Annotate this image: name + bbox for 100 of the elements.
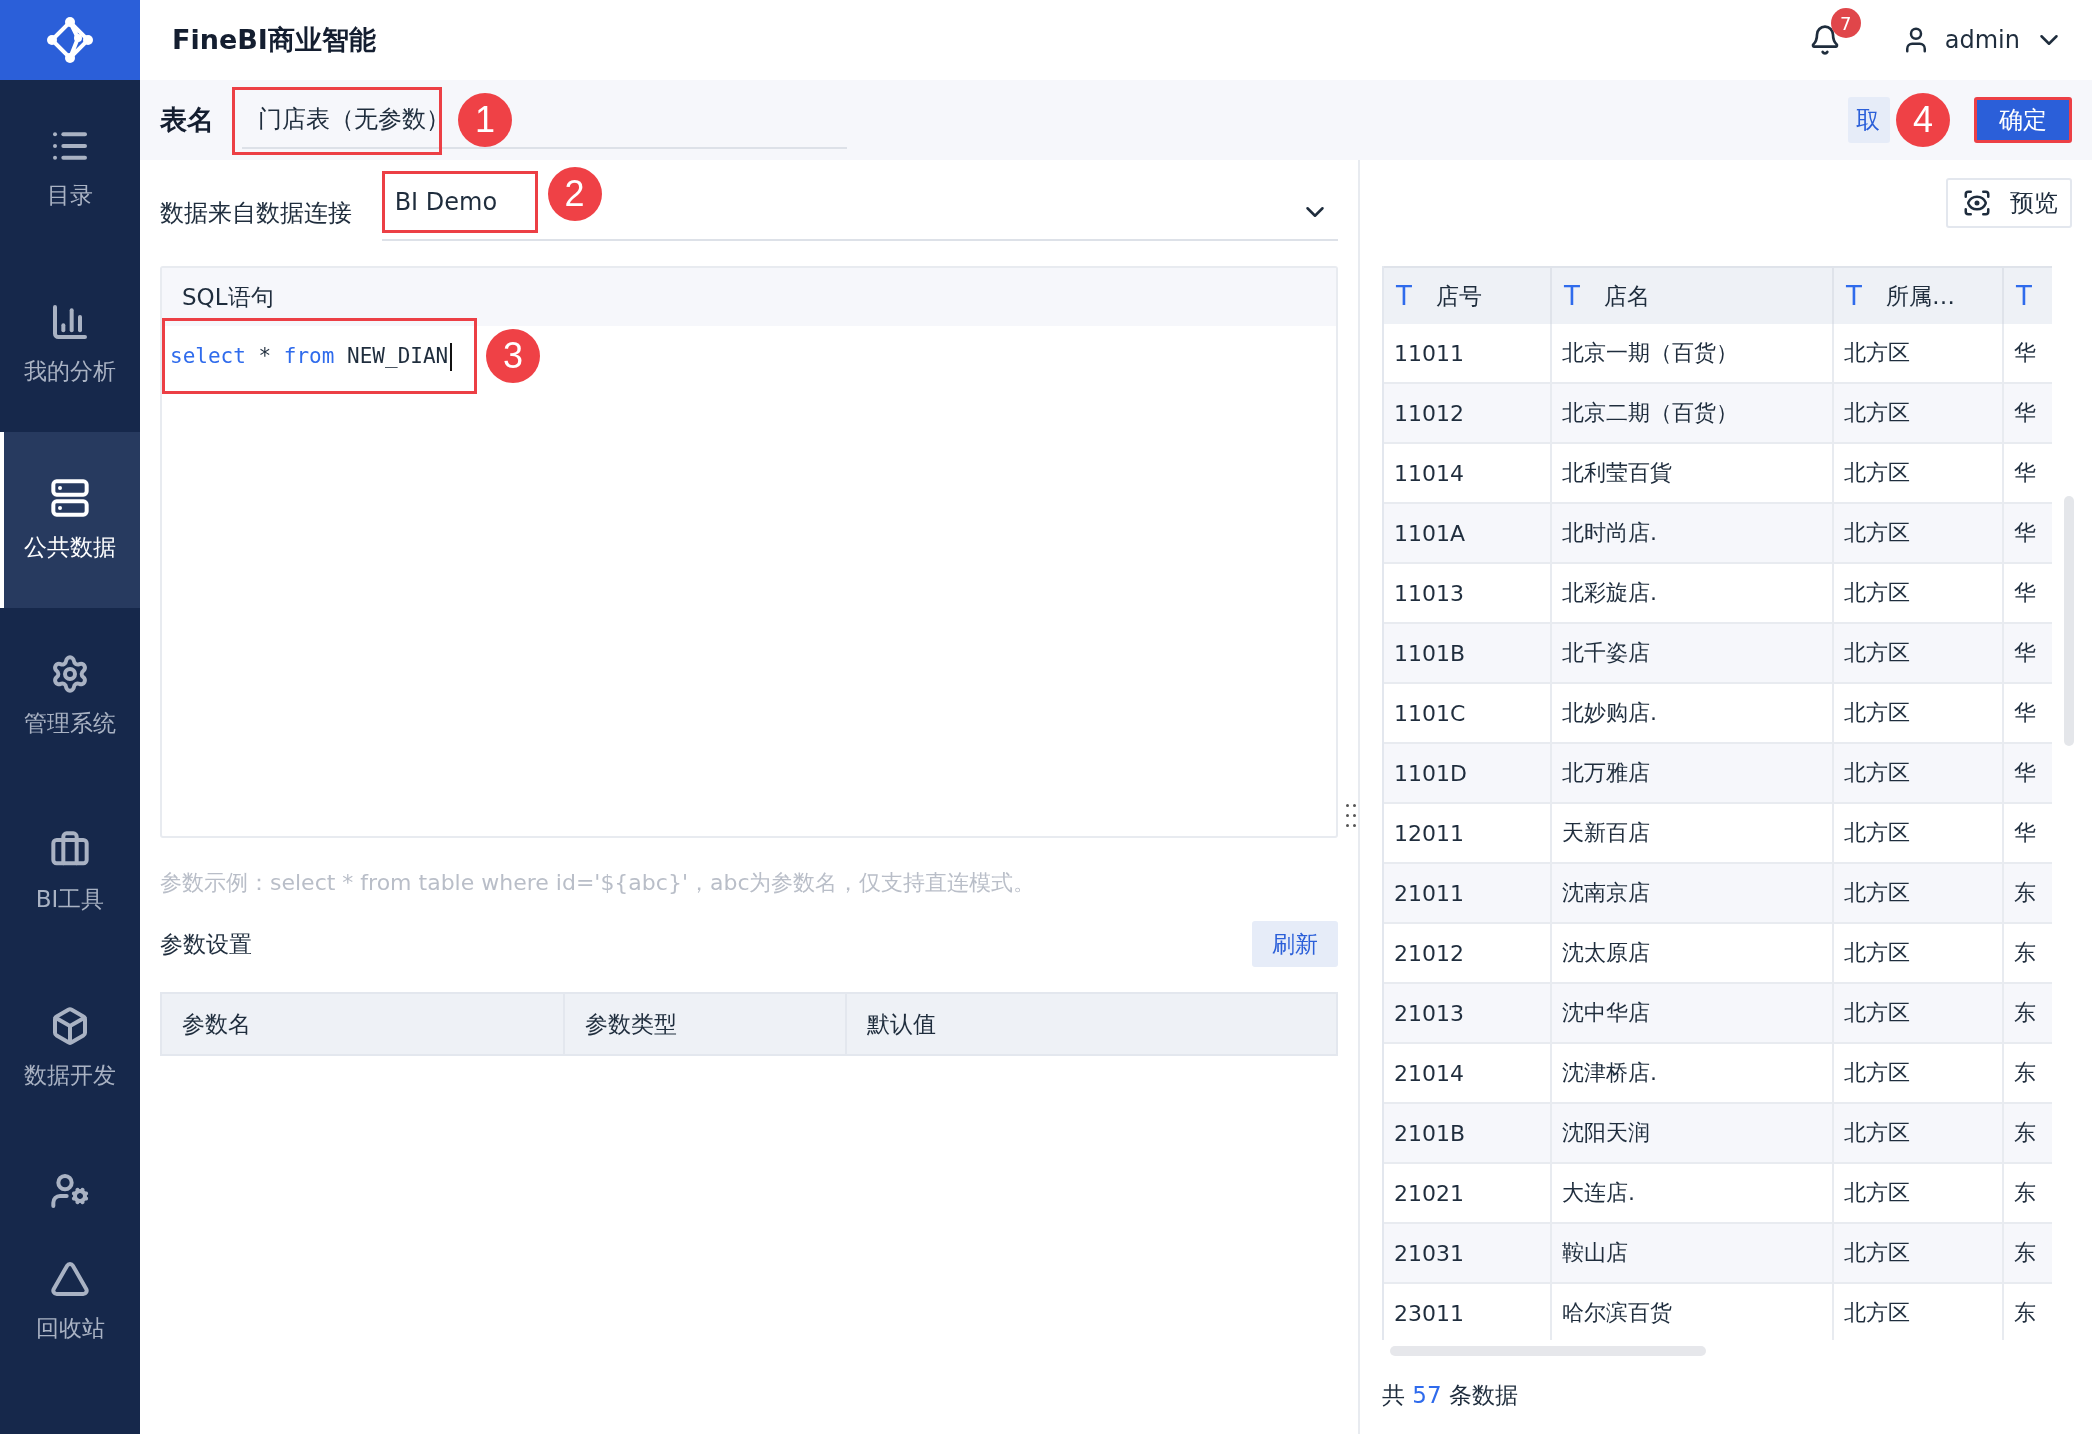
table-cell: 1101A: [1384, 504, 1552, 564]
table-cell: 北方区: [1834, 1104, 2004, 1164]
table-cell: 1101C: [1384, 684, 1552, 744]
column-title: 所属…: [1885, 281, 1955, 311]
table-cell: 21011: [1384, 864, 1552, 924]
sidebar-label: 公共数据: [24, 532, 116, 562]
table-cell: 沈中华店: [1552, 984, 1834, 1044]
type-mark: T: [2016, 281, 2032, 311]
table-cell: 北方区: [1834, 684, 2004, 744]
table-cell: 21014: [1384, 1044, 1552, 1104]
sidebar-label: 我的分析: [24, 356, 116, 386]
column-header[interactable]: T 所属…: [1834, 266, 2004, 324]
table-cell: 北方区: [1834, 1164, 2004, 1224]
table-cell: 北方区: [1834, 984, 2004, 1044]
section-title: 参数设置: [160, 929, 252, 959]
table-cell: 北方区: [1834, 504, 2004, 564]
sidebar-label: BI工具: [35, 884, 105, 914]
table-cell: 北方区: [1834, 564, 2004, 624]
column-title: 店名: [1603, 281, 1650, 311]
table-cell: 21012: [1384, 924, 1552, 984]
confirm-button[interactable]: 确定: [1974, 97, 2072, 143]
table-cell: 北方区: [1834, 1224, 2004, 1284]
hint-text: 参数示例：select * from table where id='${abc}'，abc为参数名，仅支持直连模式。: [160, 869, 1037, 897]
table-cell: 华: [2004, 384, 2052, 444]
table-cell: 北方区: [1834, 804, 2004, 864]
table-cell: 东: [2004, 1224, 2052, 1284]
table-cell: 沈阳天润: [1552, 1104, 1834, 1164]
column-header: 默认值: [866, 1009, 937, 1039]
table-cell: 1101D: [1384, 744, 1552, 804]
table-cell: 华: [2004, 744, 2052, 804]
table-cell: 11013: [1384, 564, 1552, 624]
table-cell: 北万雅店: [1552, 744, 1834, 804]
table-cell: 2101B: [1384, 1104, 1552, 1164]
callout-badge: 4: [1896, 93, 1950, 147]
column-header: 参数类型: [565, 994, 847, 1054]
table-cell: 1101B: [1384, 624, 1552, 684]
table-cell: 华: [2004, 624, 2052, 684]
table-cell: 沈津桥店.: [1552, 1044, 1834, 1104]
table-cell: 北方区: [1834, 744, 2004, 804]
row-count: 共 57 条数据: [1382, 1381, 1519, 1410]
refresh-button[interactable]: 刷新: [1252, 921, 1338, 967]
callout-badge: 3: [486, 329, 540, 383]
column-title: 店号: [1435, 281, 1482, 311]
cancel-button[interactable]: 取: [1848, 97, 1890, 143]
table-cell: 北彩旋店.: [1552, 564, 1834, 624]
sidebar-item[interactable]: BI工具: [0, 784, 140, 960]
table-cell: 北方区: [1834, 864, 2004, 924]
table-cell: 大连店.: [1552, 1164, 1834, 1224]
table-cell: 北方区: [1834, 324, 2004, 384]
sidebar-item[interactable]: 回收站: [0, 1246, 140, 1356]
sidebar-item[interactable]: 数据开发: [0, 960, 140, 1136]
table-cell: 11011: [1384, 324, 1552, 384]
table-cell: 北千姿店: [1552, 624, 1834, 684]
notification-count: 7: [1830, 8, 1861, 38]
app-title: FineBI商业智能: [172, 23, 377, 57]
type-mark: T: [1564, 281, 1580, 311]
user-menu[interactable]: admin: [1900, 25, 2064, 55]
sidebar-label: 回收站: [35, 1313, 105, 1343]
callout-badge: 1: [458, 93, 512, 147]
table-cell: 华: [2004, 504, 2052, 564]
table-cell: 东: [2004, 1104, 2052, 1164]
table-cell: 北时尚店.: [1552, 504, 1834, 564]
table-cell: 东: [2004, 864, 2052, 924]
sidebar-item[interactable]: 我的分析: [0, 256, 140, 432]
table-cell: 21013: [1384, 984, 1552, 1044]
connection-select[interactable]: BI Demo: [381, 171, 538, 233]
preview-button[interactable]: 预览: [1946, 178, 2072, 228]
sidebar-label: 目录: [47, 180, 93, 210]
column-header[interactable]: T 店号: [1384, 266, 1552, 324]
table-cell: 北方区: [1834, 384, 2004, 444]
sidebar-item[interactable]: 管理系统: [0, 608, 140, 784]
table-cell: 沈太原店: [1552, 924, 1834, 984]
table-cell: 北利莹百貨: [1552, 444, 1834, 504]
table-cell: 北妙购店.: [1552, 684, 1834, 744]
table-cell: 天新百店: [1552, 804, 1834, 864]
table-cell: 北方区: [1834, 444, 2004, 504]
table-cell: 东: [2004, 984, 2052, 1044]
sidebar-item[interactable]: 目录: [0, 80, 140, 256]
table-cell: 北京二期（百货）: [1552, 384, 1834, 444]
column-header[interactable]: T 店名: [1552, 266, 1834, 324]
table-cell: 11014: [1384, 444, 1552, 504]
table-cell: 12011: [1384, 804, 1552, 864]
table-cell: 北京一期（百货）: [1552, 324, 1834, 384]
sidebar-label: 管理系统: [24, 708, 116, 738]
table-cell: 11012: [1384, 384, 1552, 444]
sidebar-item[interactable]: 公共数据: [0, 432, 140, 608]
type-mark: T: [1396, 281, 1412, 311]
table-cell: 北方区: [1834, 924, 2004, 984]
table-cell: 北方区: [1834, 624, 2004, 684]
column-header: 参数名: [162, 994, 565, 1054]
table-cell: 北方区: [1834, 1044, 2004, 1104]
table-cell: 21031: [1384, 1224, 1552, 1284]
field-label: 表名: [160, 103, 214, 137]
type-mark: T: [1846, 281, 1862, 311]
callout-badge: 2: [547, 167, 602, 221]
code-line: select * from NEW_DIAN: [162, 326, 472, 386]
column-header[interactable]: T: [2004, 266, 2052, 324]
table-cell: 沈南京店: [1552, 864, 1834, 924]
table-cell: 鞍山店: [1552, 1224, 1834, 1284]
field-label: 数据来自数据连接: [160, 198, 353, 229]
